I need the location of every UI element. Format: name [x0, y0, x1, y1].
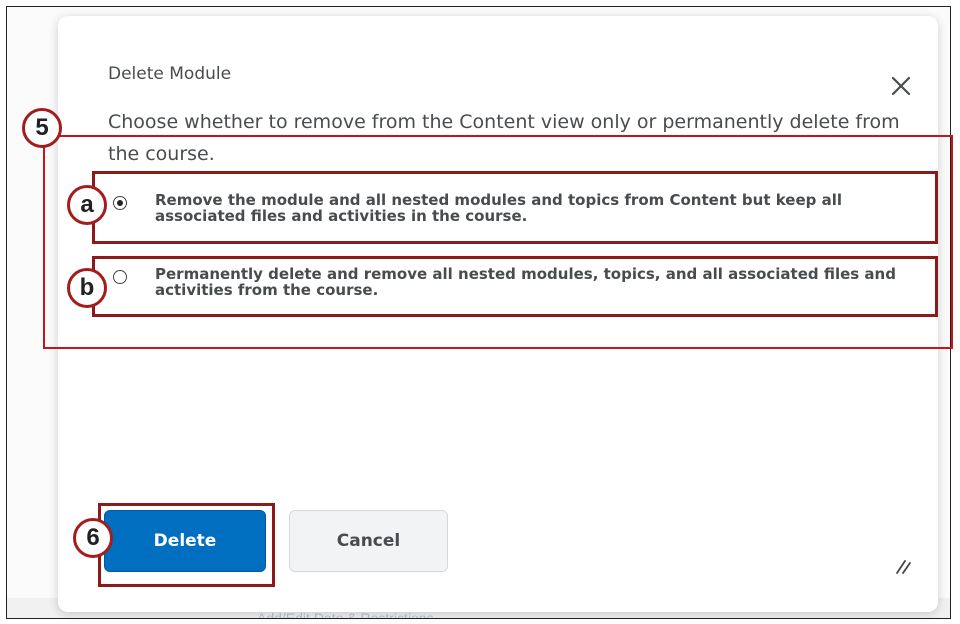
close-icon[interactable]	[890, 75, 912, 97]
resize-handle-icon[interactable]	[894, 557, 912, 575]
annotation-box-option-b	[92, 256, 938, 317]
dialog-title: Delete Module	[108, 64, 232, 84]
annotation-option-a-badge: a	[67, 185, 107, 225]
cancel-button[interactable]: Cancel	[289, 510, 448, 572]
annotation-step-6-badge: 6	[73, 518, 113, 558]
annotation-option-b-badge: b	[67, 268, 107, 308]
annotation-box-option-a	[92, 171, 938, 244]
annotation-box-step-6	[98, 503, 275, 587]
annotation-step-5-badge: 5	[22, 108, 62, 148]
